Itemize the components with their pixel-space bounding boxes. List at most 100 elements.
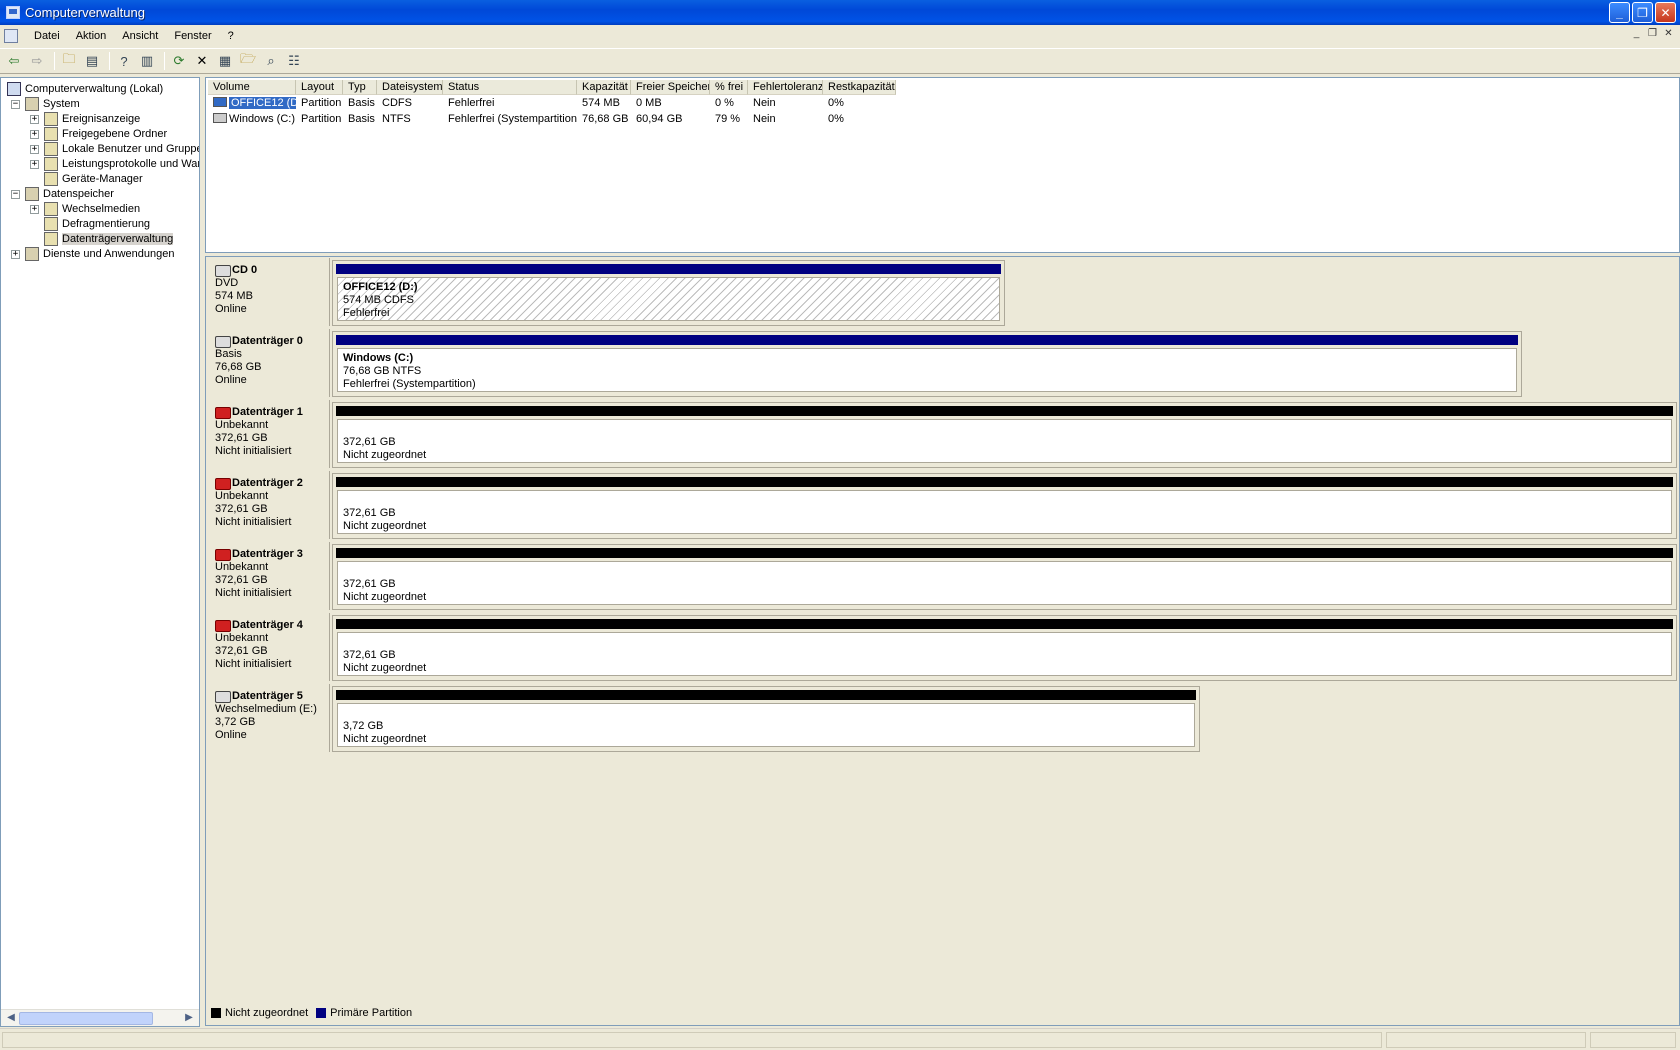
volume-name-cell[interactable]: OFFICE12 (D:) bbox=[208, 96, 296, 111]
search-icon[interactable]: ⌕ bbox=[261, 51, 281, 71]
table-cell[interactable]: Fehlerfrei bbox=[443, 96, 577, 111]
column-header-0[interactable]: Volume bbox=[208, 80, 296, 95]
tree-node-2[interactable]: + Ereignisanzeige bbox=[30, 111, 140, 127]
partition-block[interactable]: Windows (C:) 76,68 GB NTFS Fehlerfrei (Sys… bbox=[337, 348, 1517, 392]
settings-icon[interactable]: ☷ bbox=[284, 51, 304, 71]
disk-info[interactable]: CD 0 DVD 574 MB Online bbox=[208, 258, 330, 326]
menu-datei[interactable]: Datei bbox=[26, 28, 68, 44]
partition-block[interactable]: 372,61 GB Nicht zugeordnet bbox=[337, 490, 1672, 534]
tree-node-6[interactable]: Geräte-Manager bbox=[30, 171, 143, 187]
refresh-icon[interactable]: ⟳ bbox=[169, 51, 189, 71]
table-cell[interactable]: 60,94 GB bbox=[631, 112, 710, 127]
volume-name-cell[interactable]: Windows (C:) bbox=[208, 112, 296, 127]
table-cell[interactable]: 0 MB bbox=[631, 96, 710, 111]
table-cell[interactable]: 79 % bbox=[710, 112, 748, 127]
action-pane-icon[interactable]: ▥ bbox=[137, 51, 157, 71]
tree-expander[interactable]: − bbox=[11, 189, 20, 199]
scroll-left-icon[interactable]: ◀ bbox=[4, 1012, 18, 1025]
disk-info[interactable]: Datenträger 3 Unbekannt 372,61 GB Nicht ini… bbox=[208, 542, 330, 610]
column-header-8[interactable]: Fehlertoleranz bbox=[748, 80, 823, 95]
show-hide-tree-icon[interactable]: ▤ bbox=[82, 51, 102, 71]
disk-info[interactable]: Datenträger 4 Unbekannt 372,61 GB Nicht ini… bbox=[208, 613, 330, 681]
table-cell[interactable]: Partition bbox=[296, 96, 343, 111]
tree-expander[interactable]: + bbox=[11, 249, 20, 259]
column-header-6[interactable]: Freier Speicher bbox=[631, 80, 710, 95]
column-header-7[interactable]: % frei bbox=[710, 80, 748, 95]
table-cell[interactable]: NTFS bbox=[377, 112, 443, 127]
tree-expander[interactable]: + bbox=[30, 159, 39, 169]
table-cell[interactable]: Nein bbox=[748, 96, 823, 111]
mdi-system-menu-icon[interactable] bbox=[4, 29, 18, 43]
tree-node-10[interactable]: Datenträgerverwaltung bbox=[30, 231, 174, 247]
menu-aktion[interactable]: Aktion bbox=[68, 28, 115, 44]
help-icon[interactable]: ? bbox=[114, 51, 134, 71]
tree-node-1[interactable]: − System bbox=[11, 96, 80, 112]
tree-expander[interactable]: + bbox=[30, 129, 39, 139]
column-header-4[interactable]: Status bbox=[443, 80, 577, 95]
partition-block[interactable]: OFFICE12 (D:) 574 MB CDFS Fehlerfrei bbox=[337, 277, 1000, 321]
table-cell[interactable]: Nein bbox=[748, 112, 823, 127]
legend-item-unallocated: Nicht zugeordnet bbox=[211, 1007, 308, 1019]
disk-info[interactable]: Datenträger 1 Unbekannt 372,61 GB Nicht ini… bbox=[208, 400, 330, 468]
delete-icon[interactable]: ✕ bbox=[192, 51, 212, 71]
column-header-3[interactable]: Dateisystem bbox=[377, 80, 443, 95]
shared-folder-icon bbox=[44, 127, 58, 141]
disk-info[interactable]: Datenträger 0 Basis 76,68 GB Online bbox=[208, 329, 330, 397]
partition-block[interactable]: 372,61 GB Nicht zugeordnet bbox=[337, 632, 1672, 676]
disk-info[interactable]: Datenträger 2 Unbekannt 372,61 GB Nicht ini… bbox=[208, 471, 330, 539]
table-cell[interactable]: Basis bbox=[343, 112, 377, 127]
scroll-thumb[interactable] bbox=[19, 1012, 153, 1025]
table-cell[interactable]: Partition bbox=[296, 112, 343, 127]
table-cell[interactable]: 76,68 GB bbox=[577, 112, 631, 127]
table-cell[interactable]: 0 % bbox=[710, 96, 748, 111]
forward-arrow-icon[interactable]: ⇨ bbox=[27, 51, 47, 71]
disk-info[interactable]: Datenträger 5 Wechselmedium (E:) 3,72 GB On… bbox=[208, 684, 330, 752]
tree-expander[interactable]: − bbox=[11, 99, 20, 109]
tree-node-11[interactable]: + Dienste und Anwendungen bbox=[11, 246, 175, 262]
partition-block[interactable]: 3,72 GB Nicht zugeordnet bbox=[337, 703, 1195, 747]
up-folder-icon[interactable]: 🗀 bbox=[59, 51, 79, 71]
restore-button[interactable]: ❐ bbox=[1632, 2, 1653, 23]
tree-node-9[interactable]: Defragmentierung bbox=[30, 216, 150, 232]
partition-block[interactable]: 372,61 GB Nicht zugeordnet bbox=[337, 419, 1672, 463]
tree-expander[interactable]: + bbox=[30, 114, 39, 124]
properties-icon[interactable]: ▦ bbox=[215, 51, 235, 71]
legend-swatch bbox=[316, 1008, 327, 1018]
table-cell[interactable]: Basis bbox=[343, 96, 377, 111]
disk-info-line: Nicht initialisiert bbox=[215, 445, 292, 457]
title-bar[interactable]: Computerverwaltung _ ❐ ✕ bbox=[0, 0, 1680, 25]
column-header-9[interactable]: Restkapazität bbox=[823, 80, 896, 95]
menu-ansicht[interactable]: Ansicht bbox=[114, 28, 166, 44]
tree-node-7[interactable]: − Datenspeicher bbox=[11, 186, 114, 202]
back-arrow-icon[interactable]: ⇦ bbox=[4, 51, 24, 71]
minimize-button[interactable]: _ bbox=[1609, 2, 1630, 23]
device-manager-icon bbox=[44, 172, 58, 186]
menu-help[interactable]: ? bbox=[220, 28, 242, 44]
table-cell[interactable]: 0% bbox=[823, 112, 896, 127]
open-folder-icon[interactable]: 🗁 bbox=[238, 51, 258, 71]
partition-block[interactable]: 372,61 GB Nicht zugeordnet bbox=[337, 561, 1672, 605]
table-cell[interactable]: CDFS bbox=[377, 96, 443, 111]
column-header-1[interactable]: Layout bbox=[296, 80, 343, 95]
uninitialized-disk-icon bbox=[215, 548, 231, 561]
tree-expander[interactable]: + bbox=[30, 144, 39, 154]
tree-node-5[interactable]: + Leistungsprotokolle und Warnungen bbox=[30, 156, 199, 172]
column-header-5[interactable]: Kapazität bbox=[577, 80, 631, 95]
tree-node-0[interactable]: Computerverwaltung (Lokal) bbox=[7, 81, 163, 97]
scroll-right-icon[interactable]: ▶ bbox=[182, 1012, 196, 1025]
table-cell[interactable]: Fehlerfrei (Systempartition) bbox=[443, 112, 577, 127]
close-button[interactable]: ✕ bbox=[1655, 2, 1676, 23]
tree-node-8[interactable]: + Wechselmedien bbox=[30, 201, 140, 217]
tree-expander[interactable]: + bbox=[30, 204, 39, 214]
column-header-2[interactable]: Typ bbox=[343, 80, 377, 95]
tree-node-3[interactable]: + Freigegebene Ordner bbox=[30, 126, 167, 142]
tree-node-4[interactable]: + Lokale Benutzer und Gruppen bbox=[30, 141, 199, 157]
mdi-close-button[interactable]: ✕ bbox=[1661, 28, 1676, 42]
mdi-minimize-button[interactable]: _ bbox=[1629, 28, 1644, 42]
table-cell[interactable]: 574 MB bbox=[577, 96, 631, 111]
menu-fenster[interactable]: Fenster bbox=[166, 28, 219, 44]
table-cell[interactable]: 0% bbox=[823, 96, 896, 111]
disk-info-line: 372,61 GB bbox=[215, 503, 268, 515]
tree-horizontal-scrollbar[interactable]: ◀ ▶ bbox=[1, 1009, 199, 1026]
mdi-restore-button[interactable]: ❐ bbox=[1645, 28, 1660, 42]
